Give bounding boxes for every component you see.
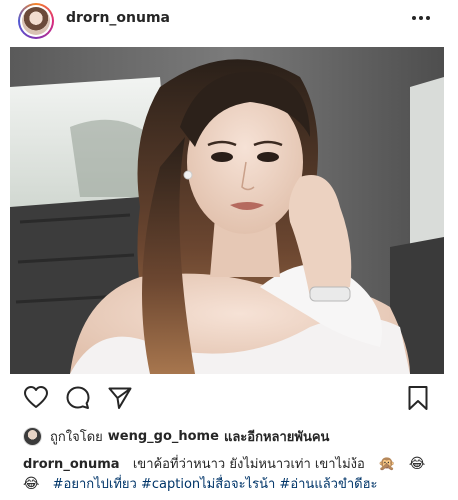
likes-others[interactable]: และอีกหลายพันคน — [224, 426, 330, 447]
comment-icon[interactable] — [65, 385, 91, 411]
caption-text: เขาค้อที่ว่าหนาว ยังไม่หนาวเท่า เขาไม่ง้… — [132, 457, 365, 472]
caption-username[interactable]: drorn_onuma — [23, 457, 120, 472]
post-photo[interactable] — [10, 47, 444, 374]
avatar-image — [22, 7, 50, 35]
username[interactable]: drorn_onuma — [66, 10, 170, 26]
likes-prefix: ถูกใจโดย — [50, 429, 103, 445]
caption-hashtags[interactable]: #อยากไปเที่ยว #captionไม่สื่อจะไรน้า #อ่… — [53, 477, 378, 492]
liker-username[interactable]: weng_go_home — [108, 429, 219, 444]
likes-line: ถูกใจโดย weng_go_home และอีกหลายพันคน — [23, 425, 329, 447]
tears-of-joy-icon: 😂 — [408, 456, 426, 472]
more-horizontal-icon[interactable] — [410, 9, 432, 27]
post-header: drorn_onuma — [0, 0, 458, 40]
photo-illustration — [10, 47, 444, 374]
liker-avatar[interactable] — [23, 426, 42, 446]
caption: drorn_onuma เขาค้อที่ว่าหนาว ยังไม่หนาวเ… — [23, 455, 443, 495]
bookmark-icon[interactable] — [405, 385, 431, 411]
avatar[interactable] — [18, 3, 54, 39]
tears-of-joy-icon: 😂 — [23, 476, 40, 492]
action-bar — [0, 382, 458, 414]
send-icon[interactable] — [107, 385, 133, 411]
speak-no-evil-monkey-icon: 🙊 — [378, 456, 396, 472]
heart-icon[interactable] — [23, 385, 49, 411]
